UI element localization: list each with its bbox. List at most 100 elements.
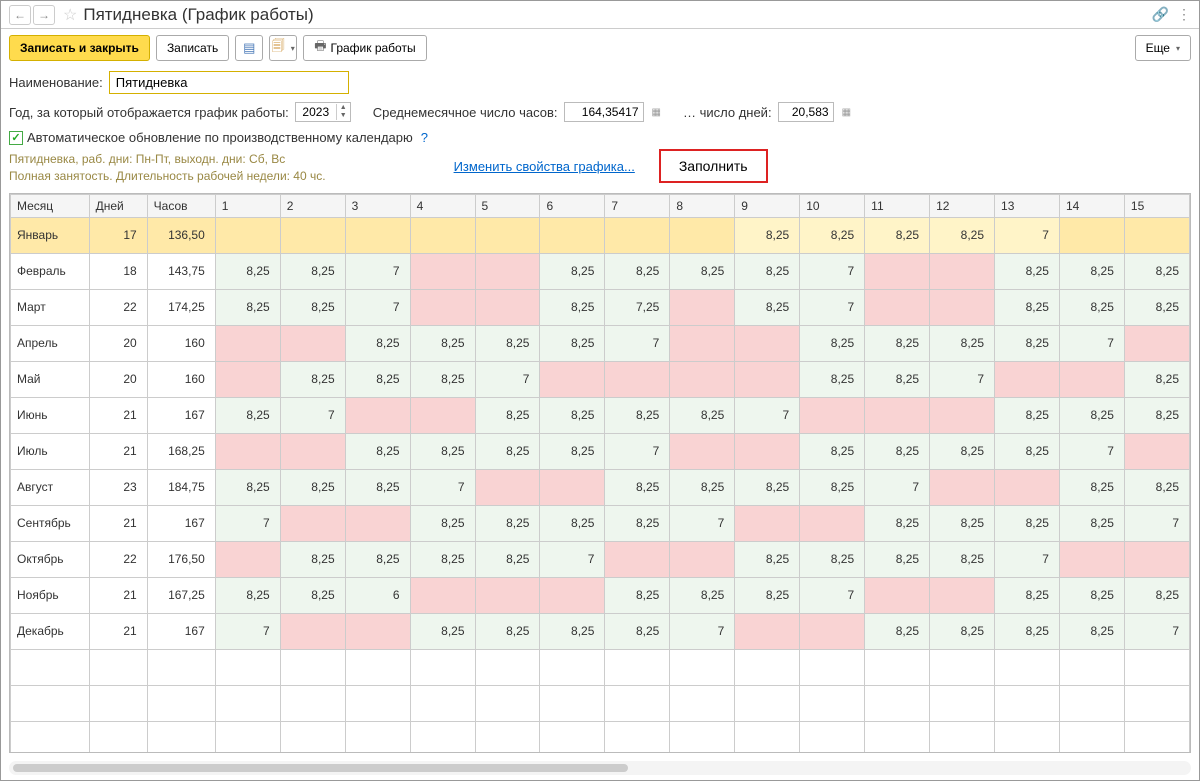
day-cell[interactable]: 8,25 — [215, 469, 280, 505]
day-cell[interactable]: 8,25 — [410, 541, 475, 577]
day-cell[interactable]: 8,25 — [865, 217, 930, 253]
day-cell[interactable]: 8,25 — [735, 469, 800, 505]
avg-days-input[interactable] — [778, 102, 834, 122]
day-cell[interactable] — [215, 433, 280, 469]
calculator-icon[interactable]: ▦ — [652, 107, 661, 118]
day-cell[interactable]: 7 — [605, 325, 670, 361]
day-cell[interactable] — [475, 289, 540, 325]
day-cell[interactable]: 8,25 — [670, 253, 735, 289]
day-cell[interactable] — [930, 289, 995, 325]
day-cell[interactable]: 8,25 — [215, 577, 280, 613]
day-cell[interactable] — [1124, 433, 1189, 469]
day-cell[interactable]: 8,25 — [1059, 613, 1124, 649]
day-cell[interactable] — [280, 433, 345, 469]
day-cell[interactable] — [410, 253, 475, 289]
day-cell[interactable]: 8,25 — [605, 253, 670, 289]
day-cell[interactable]: 8,25 — [930, 433, 995, 469]
day-cell[interactable]: 8,25 — [1124, 361, 1189, 397]
col-day-10[interactable]: 10 — [800, 194, 865, 217]
day-cell[interactable] — [995, 469, 1060, 505]
day-cell[interactable]: 8,25 — [995, 505, 1060, 541]
day-cell[interactable] — [410, 289, 475, 325]
day-cell[interactable] — [735, 433, 800, 469]
day-cell[interactable]: 8,25 — [215, 289, 280, 325]
day-cell[interactable] — [865, 577, 930, 613]
day-cell[interactable] — [670, 217, 735, 253]
day-cell[interactable] — [280, 217, 345, 253]
day-cell[interactable] — [410, 397, 475, 433]
day-cell[interactable]: 8,25 — [345, 361, 410, 397]
day-cell[interactable] — [800, 505, 865, 541]
day-cell[interactable]: 8,25 — [1059, 289, 1124, 325]
day-cell[interactable]: 8,25 — [930, 541, 995, 577]
link-icon[interactable]: 🔗 — [1152, 6, 1169, 23]
avg-hours-input[interactable] — [564, 102, 644, 122]
day-cell[interactable]: 8,25 — [800, 541, 865, 577]
day-cell[interactable]: 8,25 — [1059, 577, 1124, 613]
day-cell[interactable] — [670, 289, 735, 325]
day-cell[interactable] — [800, 613, 865, 649]
day-cell[interactable]: 8,25 — [800, 361, 865, 397]
day-cell[interactable]: 8,25 — [865, 325, 930, 361]
day-cell[interactable]: 8,25 — [410, 505, 475, 541]
day-cell[interactable]: 8,25 — [995, 577, 1060, 613]
auto-update-checkbox[interactable]: ✓ — [9, 131, 23, 145]
day-cell[interactable]: 7 — [865, 469, 930, 505]
col-day-4[interactable]: 4 — [410, 194, 475, 217]
table-row[interactable]: Май201608,258,258,2578,258,2578,25 — [11, 361, 1190, 397]
day-cell[interactable]: 8,25 — [865, 505, 930, 541]
day-cell[interactable]: 8,25 — [865, 541, 930, 577]
day-cell[interactable]: 8,25 — [475, 613, 540, 649]
col-day-7[interactable]: 7 — [605, 194, 670, 217]
day-cell[interactable] — [475, 217, 540, 253]
day-cell[interactable] — [215, 541, 280, 577]
table-row[interactable]: Январь17136,508,258,258,258,257 — [11, 217, 1190, 253]
save-button[interactable]: Записать — [156, 35, 229, 61]
day-cell[interactable]: 7 — [345, 289, 410, 325]
day-cell[interactable]: 8,25 — [1124, 397, 1189, 433]
day-cell[interactable] — [670, 541, 735, 577]
day-cell[interactable]: 7 — [670, 505, 735, 541]
day-cell[interactable] — [1124, 217, 1189, 253]
name-input[interactable] — [109, 71, 349, 94]
day-cell[interactable]: 8,25 — [865, 361, 930, 397]
day-cell[interactable]: 7 — [475, 361, 540, 397]
day-cell[interactable] — [410, 217, 475, 253]
day-cell[interactable]: 8,25 — [1124, 577, 1189, 613]
day-cell[interactable] — [1059, 217, 1124, 253]
more-button[interactable]: Еще▾ — [1135, 35, 1191, 61]
day-cell[interactable] — [345, 397, 410, 433]
table-row[interactable]: Сентябрь2116778,258,258,258,2578,258,258… — [11, 505, 1190, 541]
day-cell[interactable]: 7,25 — [605, 289, 670, 325]
day-cell[interactable]: 8,25 — [995, 253, 1060, 289]
day-cell[interactable] — [475, 469, 540, 505]
day-cell[interactable]: 8,25 — [540, 325, 605, 361]
favorite-star-icon[interactable]: ☆ — [63, 5, 77, 25]
col-day-12[interactable]: 12 — [930, 194, 995, 217]
day-cell[interactable] — [345, 613, 410, 649]
col-day-3[interactable]: 3 — [345, 194, 410, 217]
day-cell[interactable]: 7 — [735, 397, 800, 433]
day-cell[interactable] — [1124, 541, 1189, 577]
day-cell[interactable]: 8,25 — [475, 397, 540, 433]
day-cell[interactable] — [865, 289, 930, 325]
spin-up-icon[interactable]: ▲ — [337, 104, 350, 112]
day-cell[interactable] — [1059, 541, 1124, 577]
day-cell[interactable] — [345, 505, 410, 541]
day-cell[interactable]: 8,25 — [540, 505, 605, 541]
day-cell[interactable]: 8,25 — [475, 541, 540, 577]
day-cell[interactable]: 8,25 — [995, 433, 1060, 469]
day-cell[interactable]: 8,25 — [410, 361, 475, 397]
fill-button[interactable]: Заполнить — [659, 149, 768, 183]
table-row[interactable]: Июнь211678,2578,258,258,258,2578,258,258… — [11, 397, 1190, 433]
day-cell[interactable]: 8,25 — [605, 505, 670, 541]
day-cell[interactable]: 8,25 — [280, 469, 345, 505]
help-icon[interactable]: ? — [421, 130, 428, 145]
day-cell[interactable]: 8,25 — [800, 469, 865, 505]
table-row[interactable]: Июль21168,258,258,258,258,2578,258,258,2… — [11, 433, 1190, 469]
day-cell[interactable]: 8,25 — [605, 397, 670, 433]
day-cell[interactable]: 7 — [800, 253, 865, 289]
year-spinner[interactable]: ▲▼ — [295, 102, 351, 122]
day-cell[interactable]: 8,25 — [735, 541, 800, 577]
col-day-13[interactable]: 13 — [995, 194, 1060, 217]
